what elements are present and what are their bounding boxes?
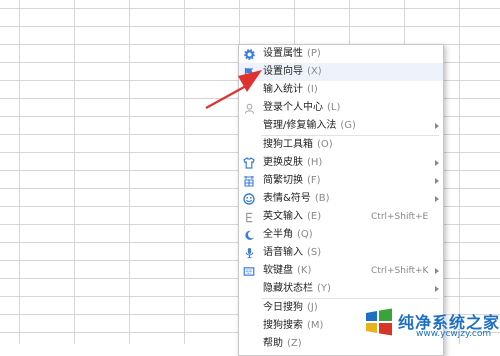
menu-item-manage-repair[interactable]: 管理/修复输入法 (G) <box>239 117 443 135</box>
menu-item-setup-wizard[interactable]: 设置向导 (X) <box>239 63 443 81</box>
menu-item-login[interactable]: 登录个人中心 (L) <box>239 99 443 117</box>
moon-icon <box>243 229 255 241</box>
menu-item-hotkey: (M) <box>307 320 324 331</box>
menu-item-simplified-traditional[interactable]: 简繁切换 (F) <box>239 172 443 190</box>
menu-item-toolbox[interactable]: 搜狗工具箱 (O) <box>239 136 443 154</box>
gear-icon <box>243 48 255 60</box>
keyboard-icon <box>243 265 255 277</box>
watermark: 纯净系统之家 www.ycwjzy.com <box>360 301 500 344</box>
microphone-icon <box>243 247 255 259</box>
menu-item-label: 软键盘 <box>263 265 293 276</box>
menu-item-label: 更换皮肤 <box>263 157 303 168</box>
menu-item-hotkey: (B) <box>314 193 330 204</box>
menu-item-label: 英文输入 <box>263 211 303 222</box>
menu-item-emoji-symbols[interactable]: 表情&符号 (B) <box>239 190 443 208</box>
menu-item-change-skin[interactable]: 更换皮肤 (H) <box>239 154 443 172</box>
menu-item-label: 语音输入 <box>263 247 303 258</box>
menu-item-hotkey: (G) <box>340 120 356 131</box>
menu-item-settings[interactable]: 设置属性 (P) <box>239 45 443 63</box>
menu-item-hotkey: (O) <box>317 139 333 150</box>
traditional-char-icon <box>243 175 255 187</box>
menu-item-label: 管理/修复输入法 <box>263 120 337 131</box>
submenu-arrow-icon <box>435 178 439 184</box>
menu-item-hotkey: (E) <box>307 211 322 222</box>
menu-item-voice-input[interactable]: 语音输入 (S) <box>239 244 443 262</box>
menu-item-hotkey: (S) <box>307 247 322 258</box>
submenu-arrow-icon <box>435 196 439 202</box>
flag-icon <box>243 66 255 78</box>
menu-item-full-half-width[interactable]: 全半角 (Q) <box>239 226 443 244</box>
menu-item-hotkey: (L) <box>327 102 341 113</box>
menu-item-hotkey: (J) <box>307 302 318 313</box>
submenu-arrow-icon <box>435 123 439 129</box>
menu-item-label: 设置向导 <box>263 66 303 77</box>
menu-item-hotkey: (Y) <box>317 283 331 294</box>
menu-item-label: 隐藏状态栏 <box>263 283 313 294</box>
menu-item-label: 全半角 <box>263 229 293 240</box>
submenu-arrow-icon <box>435 268 439 274</box>
menu-item-label: 简繁切换 <box>263 175 303 186</box>
menu-item-hide-status-bar[interactable]: 隐藏状态栏 (Y) <box>239 280 443 298</box>
shirt-icon <box>243 157 255 169</box>
letter-e-icon <box>243 211 255 223</box>
windows-logo-icon <box>366 308 392 336</box>
menu-item-label: 搜狗工具箱 <box>263 139 313 150</box>
menu-item-label: 输入统计 <box>263 84 303 95</box>
menu-item-input-stats[interactable]: 输入统计 (I) <box>239 81 443 99</box>
menu-item-shortcut: Ctrl+Shift+E <box>371 212 429 222</box>
menu-item-shortcut: Ctrl+Shift+K <box>371 266 429 276</box>
person-icon <box>243 102 255 114</box>
menu-item-label: 登录个人中心 <box>263 102 323 113</box>
submenu-arrow-icon <box>435 286 439 292</box>
menu-item-hotkey: (F) <box>307 175 321 186</box>
menu-item-label: 今日搜狗 <box>263 302 303 313</box>
menu-item-soft-keyboard[interactable]: 软键盘 (K) Ctrl+Shift+K <box>239 262 443 280</box>
menu-item-label: 表情&符号 <box>263 193 311 204</box>
menu-item-label: 设置属性 <box>263 48 303 59</box>
menu-item-hotkey: (P) <box>307 48 321 59</box>
menu-item-hotkey: (Q) <box>297 229 313 240</box>
menu-item-hotkey: (I) <box>307 84 318 95</box>
watermark-url: www.ycwjzy.com <box>416 329 492 339</box>
submenu-arrow-icon <box>435 160 439 166</box>
menu-item-hotkey: (X) <box>307 66 322 77</box>
menu-item-label: 搜狗搜索 <box>263 320 303 331</box>
menu-item-hotkey: (H) <box>307 157 323 168</box>
menu-item-english-input[interactable]: 英文输入 (E) Ctrl+Shift+E <box>239 208 443 226</box>
smiley-icon <box>243 193 255 205</box>
menu-item-hotkey: (K) <box>297 265 312 276</box>
